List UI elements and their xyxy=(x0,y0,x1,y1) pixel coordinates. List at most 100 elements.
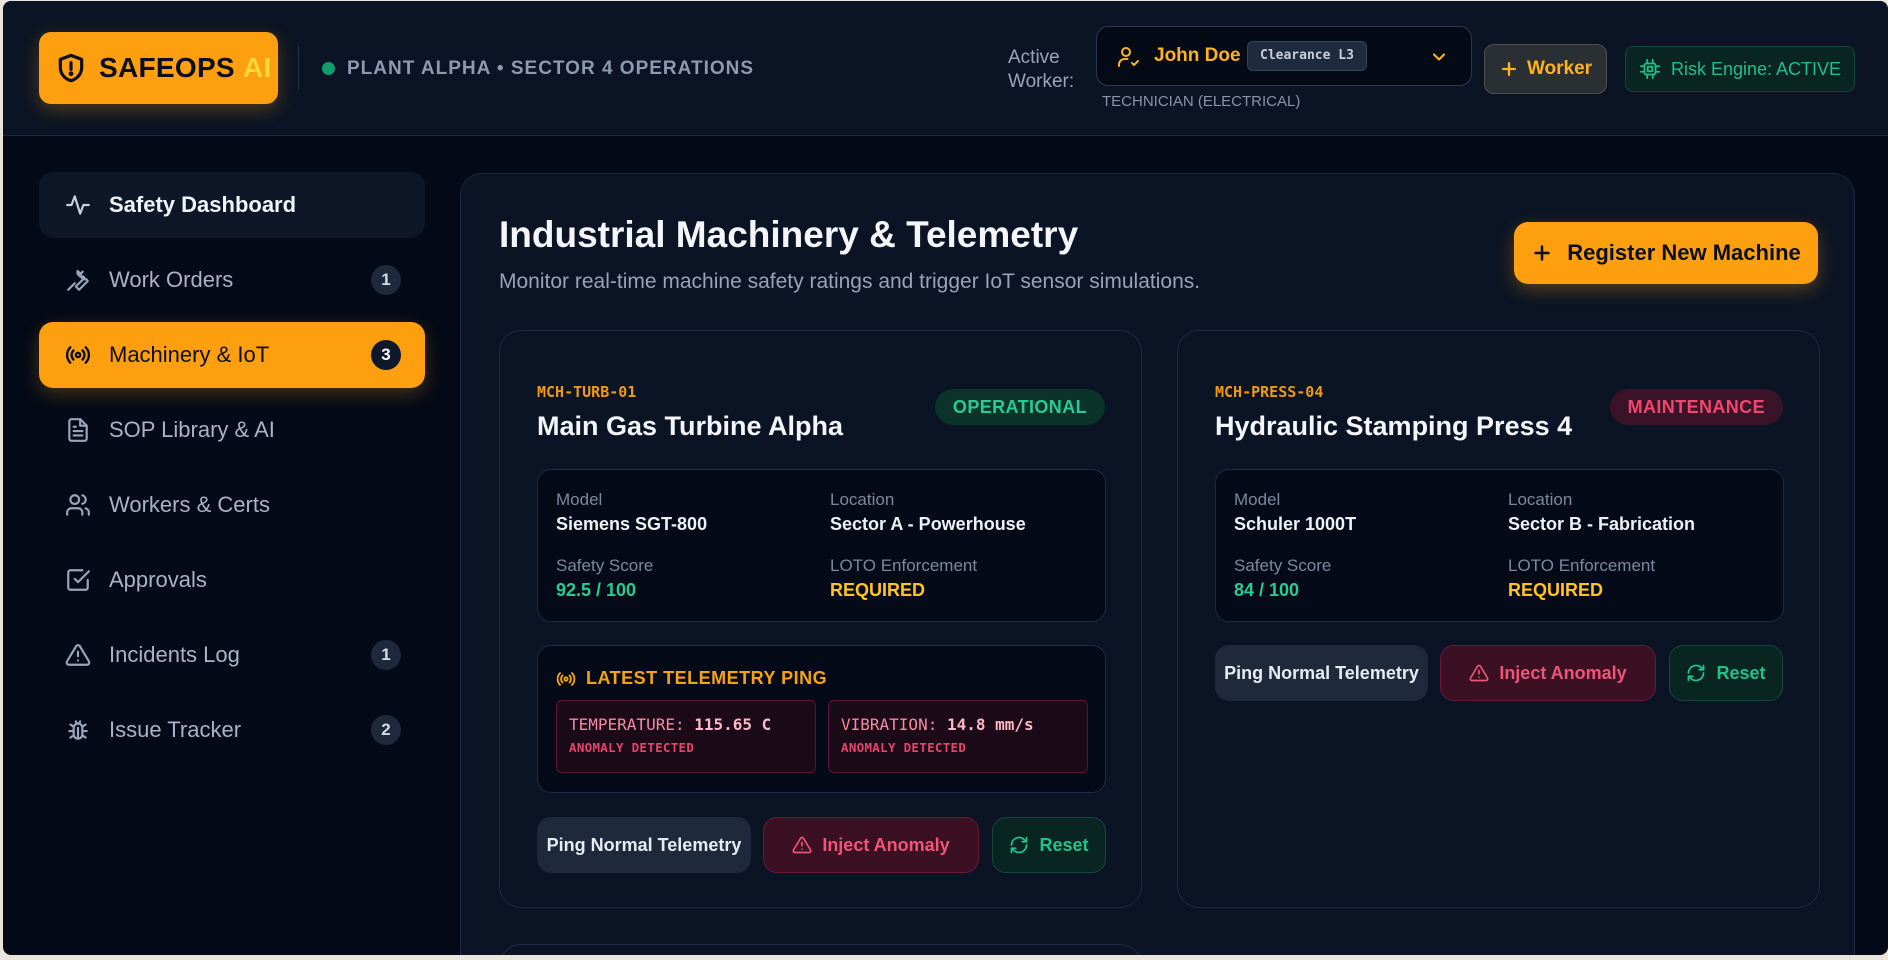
reset-label: Reset xyxy=(1716,662,1766,683)
user-check-icon xyxy=(1117,45,1141,69)
logo-text: SAFEOPS AI xyxy=(99,52,272,83)
vibration-key: VIBRATION: xyxy=(841,715,938,734)
refresh-icon xyxy=(1009,835,1029,855)
temperature-line: TEMPERATURE: 115.65 C xyxy=(569,715,803,734)
plant-status-dot xyxy=(322,62,335,75)
shield-icon xyxy=(55,52,87,84)
nav-count-badge: 1 xyxy=(371,265,401,295)
risk-engine-status[interactable]: Risk Engine: ACTIVE xyxy=(1625,46,1855,92)
sidebar-item-issue-tracker[interactable]: Issue Tracker 2 xyxy=(39,697,425,763)
vibration-line: VIBRATION: 14.8 mm/s xyxy=(841,715,1075,734)
machine-id: MCH-PRESS-04 xyxy=(1215,383,1324,401)
telemetry-header: LATEST TELEMETRY PING xyxy=(556,668,827,689)
register-machine-button[interactable]: Register New Machine xyxy=(1514,222,1818,284)
document-icon xyxy=(65,417,91,443)
telemetry-panel: LATEST TELEMETRY PING TEMPERATURE: 115.6… xyxy=(537,645,1106,793)
loto-value: REQUIRED xyxy=(830,580,926,600)
ping-telemetry-button[interactable]: Ping Normal Telemetry xyxy=(537,817,751,873)
worker-select[interactable]: John Doe Clearance L3 xyxy=(1096,26,1472,86)
sidebar-item-label: Issue Tracker xyxy=(109,717,242,742)
chevron-down-icon xyxy=(1429,47,1449,67)
machine-card-partial xyxy=(499,944,1142,955)
header-divider xyxy=(298,46,299,90)
sidebar-item-sop-library[interactable]: SOP Library & AI xyxy=(39,397,425,463)
status-badge: OPERATIONAL xyxy=(934,389,1105,425)
location-label: Location xyxy=(830,490,895,509)
model-label: Model xyxy=(1234,490,1281,509)
loto-label: LOTO Enforcement xyxy=(830,556,978,575)
clearance-badge: Clearance L3 xyxy=(1247,41,1367,71)
page-subtitle: Monitor real-time machine safety ratings… xyxy=(499,270,1201,293)
app-window: SAFEOPS AI PLANT ALPHA • SECTOR 4 OPERATI… xyxy=(3,1,1888,955)
cpu-icon xyxy=(1639,58,1661,80)
safety-score-value: 84 / 100 xyxy=(1234,580,1300,600)
worker-name: John Doe xyxy=(1154,45,1241,66)
temperature-key: TEMPERATURE: xyxy=(569,715,685,734)
page-title: Industrial Machinery & Telemetry xyxy=(499,214,1079,255)
inject-anomaly-button[interactable]: Inject Anomaly xyxy=(763,817,979,873)
app-logo[interactable]: SAFEOPS AI xyxy=(39,32,278,104)
vibration-alert: ANOMALY DETECTED xyxy=(841,740,967,755)
logo-ai-text: AI xyxy=(242,52,272,83)
sidebar-item-safety-dashboard[interactable]: Safety Dashboard xyxy=(39,172,425,238)
temperature-reading: TEMPERATURE: 115.65 C ANOMALY DETECTED xyxy=(556,700,816,773)
reset-button[interactable]: Reset xyxy=(992,817,1106,873)
broadcast-icon xyxy=(65,342,91,368)
loto-label: LOTO Enforcement xyxy=(1508,556,1656,575)
sidebar-item-label: Approvals xyxy=(109,567,207,592)
register-machine-label: Register New Machine xyxy=(1567,240,1801,265)
wrench-icon xyxy=(65,267,91,293)
reset-button[interactable]: Reset xyxy=(1669,645,1783,701)
sidebar-item-label: Work Orders xyxy=(109,267,234,292)
vibration-value: 14.8 mm/s xyxy=(946,715,1034,734)
model-value: Siemens SGT-800 xyxy=(556,514,708,534)
machine-card: MCH-TURB-01 Main Gas Turbine Alpha OPERA… xyxy=(499,330,1142,908)
add-worker-button[interactable]: Worker xyxy=(1484,44,1607,94)
sidebar-item-label: Safety Dashboard xyxy=(109,192,297,217)
plus-icon xyxy=(1531,242,1553,264)
sidebar-item-work-orders[interactable]: Work Orders 1 xyxy=(39,247,425,313)
sidebar-item-label: Incidents Log xyxy=(109,642,240,667)
status-badge: MAINTENANCE xyxy=(1609,389,1783,425)
broadcast-icon xyxy=(556,669,576,689)
sidebar-item-workers-certs[interactable]: Workers & Certs xyxy=(39,472,425,538)
vibration-reading: VIBRATION: 14.8 mm/s ANOMALY DETECTED xyxy=(828,700,1088,773)
risk-engine-label: Risk Engine: ACTIVE xyxy=(1670,58,1842,79)
safety-score-value: 92.5 / 100 xyxy=(556,580,637,600)
sidebar-item-incidents-log[interactable]: Incidents Log 1 xyxy=(39,622,425,688)
location-value: Sector B - Fabrication xyxy=(1508,514,1696,534)
machine-name: Hydraulic Stamping Press 4 xyxy=(1215,411,1573,441)
nav-count-badge: 3 xyxy=(371,340,401,370)
top-header: SAFEOPS AI PLANT ALPHA • SECTOR 4 OPERATI… xyxy=(3,1,1888,136)
plus-icon xyxy=(1499,59,1519,79)
machine-specs: Model Schuler 1000T Location Sector B - … xyxy=(1215,469,1784,622)
ping-label: Ping Normal Telemetry xyxy=(546,834,742,855)
ping-label: Ping Normal Telemetry xyxy=(1224,662,1419,683)
temperature-alert: ANOMALY DETECTED xyxy=(569,740,695,755)
inject-label: Inject Anomaly xyxy=(1499,662,1627,683)
inject-label: Inject Anomaly xyxy=(822,834,950,855)
location-value: Sector A - Powerhouse xyxy=(830,514,1026,534)
ping-telemetry-button[interactable]: Ping Normal Telemetry xyxy=(1215,645,1428,701)
machine-id: MCH-TURB-01 xyxy=(537,383,637,401)
sidebar-item-approvals[interactable]: Approvals xyxy=(39,547,425,613)
machine-name: Main Gas Turbine Alpha xyxy=(537,411,844,441)
warning-icon xyxy=(65,642,91,668)
warning-icon xyxy=(1469,663,1489,683)
add-worker-label: Worker xyxy=(1526,58,1593,79)
activity-icon xyxy=(65,192,91,218)
model-label: Model xyxy=(556,490,603,509)
active-worker-label: Active Worker: xyxy=(1008,47,1075,92)
users-icon xyxy=(65,492,91,518)
inject-anomaly-button[interactable]: Inject Anomaly xyxy=(1440,645,1656,701)
refresh-icon xyxy=(1686,663,1706,683)
nav-count-badge: 2 xyxy=(371,715,401,745)
location-label: Location xyxy=(1508,490,1573,509)
warning-icon xyxy=(792,835,812,855)
reset-label: Reset xyxy=(1039,834,1089,855)
machine-specs: Model Siemens SGT-800 Location Sector A … xyxy=(537,469,1106,622)
checkbox-icon xyxy=(65,567,91,593)
sidebar-item-machinery-iot[interactable]: Machinery & IoT 3 xyxy=(39,322,425,388)
bug-icon xyxy=(65,717,91,743)
sidebar-item-label: Workers & Certs xyxy=(109,492,270,517)
